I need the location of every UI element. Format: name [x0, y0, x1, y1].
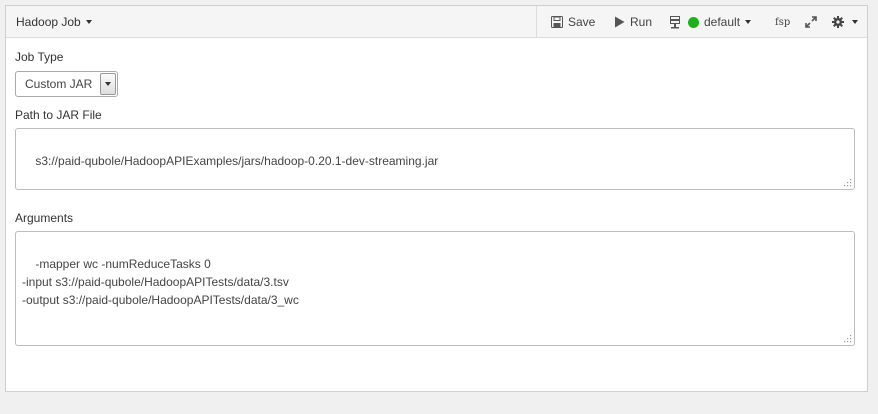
run-button[interactable]: Run [614, 6, 652, 38]
arguments-field[interactable]: -mapper wc -numReduceTasks 0 -input s3:/… [15, 231, 855, 346]
play-icon [614, 16, 625, 28]
caret-down-icon [852, 20, 858, 24]
job-type-menu[interactable]: Hadoop Job [6, 6, 537, 38]
resize-grip-icon[interactable] [844, 335, 852, 343]
hadoop-job-panel: Hadoop Job Save Run default fsp Job Type… [5, 5, 868, 392]
cluster-status-dot-icon [688, 16, 699, 28]
jar-path-value: s3://paid-qubole/HadoopAPIExamples/jars/… [35, 154, 439, 168]
save-icon [551, 16, 563, 28]
fsp-label: fsp [775, 16, 791, 28]
expand-icon [805, 16, 817, 28]
run-label: Run [630, 15, 653, 29]
job-type-select[interactable]: Custom JAR [15, 71, 118, 97]
gear-icon [832, 16, 844, 28]
resize-grip-icon[interactable] [844, 179, 852, 187]
arguments-label: Arguments [15, 211, 74, 225]
caret-down-icon [85, 20, 92, 24]
cluster-label: default [704, 15, 741, 29]
settings-menu[interactable] [832, 6, 858, 38]
select-arrow-icon [100, 73, 116, 95]
job-type-value: Custom JAR [25, 77, 93, 91]
caret-down-icon [745, 20, 752, 24]
jar-path-label: Path to JAR File [15, 108, 102, 122]
cluster-selector[interactable]: default [670, 6, 752, 38]
job-type-label: Job Type [15, 50, 64, 64]
save-button[interactable]: Save [551, 6, 595, 38]
fsp-button[interactable]: fsp [775, 6, 790, 38]
jar-path-field[interactable]: s3://paid-qubole/HadoopAPIExamples/jars/… [15, 128, 855, 190]
job-type-menu-label: Hadoop Job [16, 15, 81, 29]
save-label: Save [568, 15, 596, 29]
arguments-value: -mapper wc -numReduceTasks 0 -input s3:/… [22, 257, 299, 307]
toolbar: Hadoop Job Save Run default fsp [6, 6, 867, 38]
server-icon [670, 15, 680, 29]
expand-button[interactable] [805, 6, 817, 38]
